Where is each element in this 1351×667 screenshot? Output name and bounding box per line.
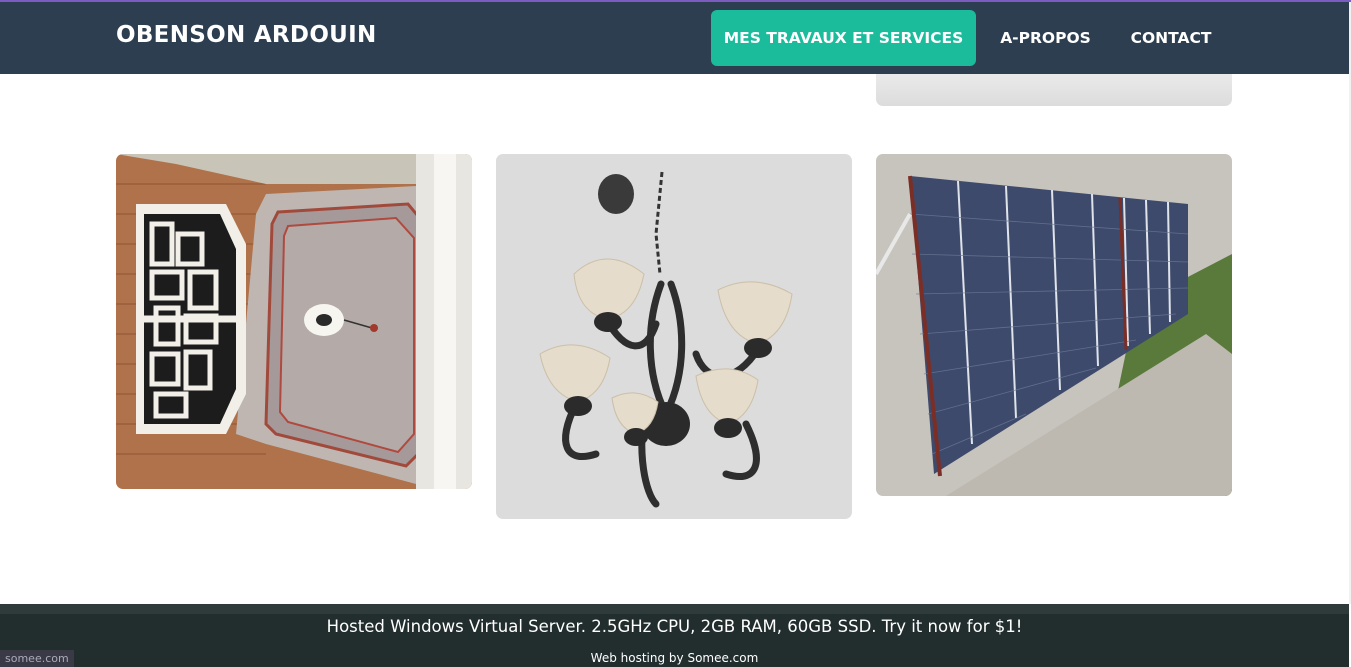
navbar: OBENSON ARDOUIN MES TRAVAUX ET SERVICES …	[0, 0, 1349, 74]
nav-contact-link[interactable]: CONTACT	[1122, 10, 1220, 66]
gallery-image-chandelier[interactable]	[496, 154, 852, 519]
top-accent-line	[0, 0, 1351, 2]
footer-top-band-overlay	[0, 604, 1349, 614]
gallery-image-ceiling[interactable]	[116, 154, 472, 489]
brand-name[interactable]: OBENSON ARDOUIN	[116, 22, 377, 48]
somee-badge[interactable]: somee.com	[0, 650, 74, 667]
gallery-image-solar-panels[interactable]	[876, 154, 1232, 496]
hosting-promo-link[interactable]: Hosted Windows Virtual Server. 2.5GHz CP…	[0, 617, 1349, 636]
web-hosting-link[interactable]: Web hosting by Somee.com	[0, 651, 1349, 665]
nav-services-link[interactable]: MES TRAVAUX ET SERVICES	[711, 10, 976, 66]
nav-about-link[interactable]: A-PROPOS	[994, 10, 1097, 66]
